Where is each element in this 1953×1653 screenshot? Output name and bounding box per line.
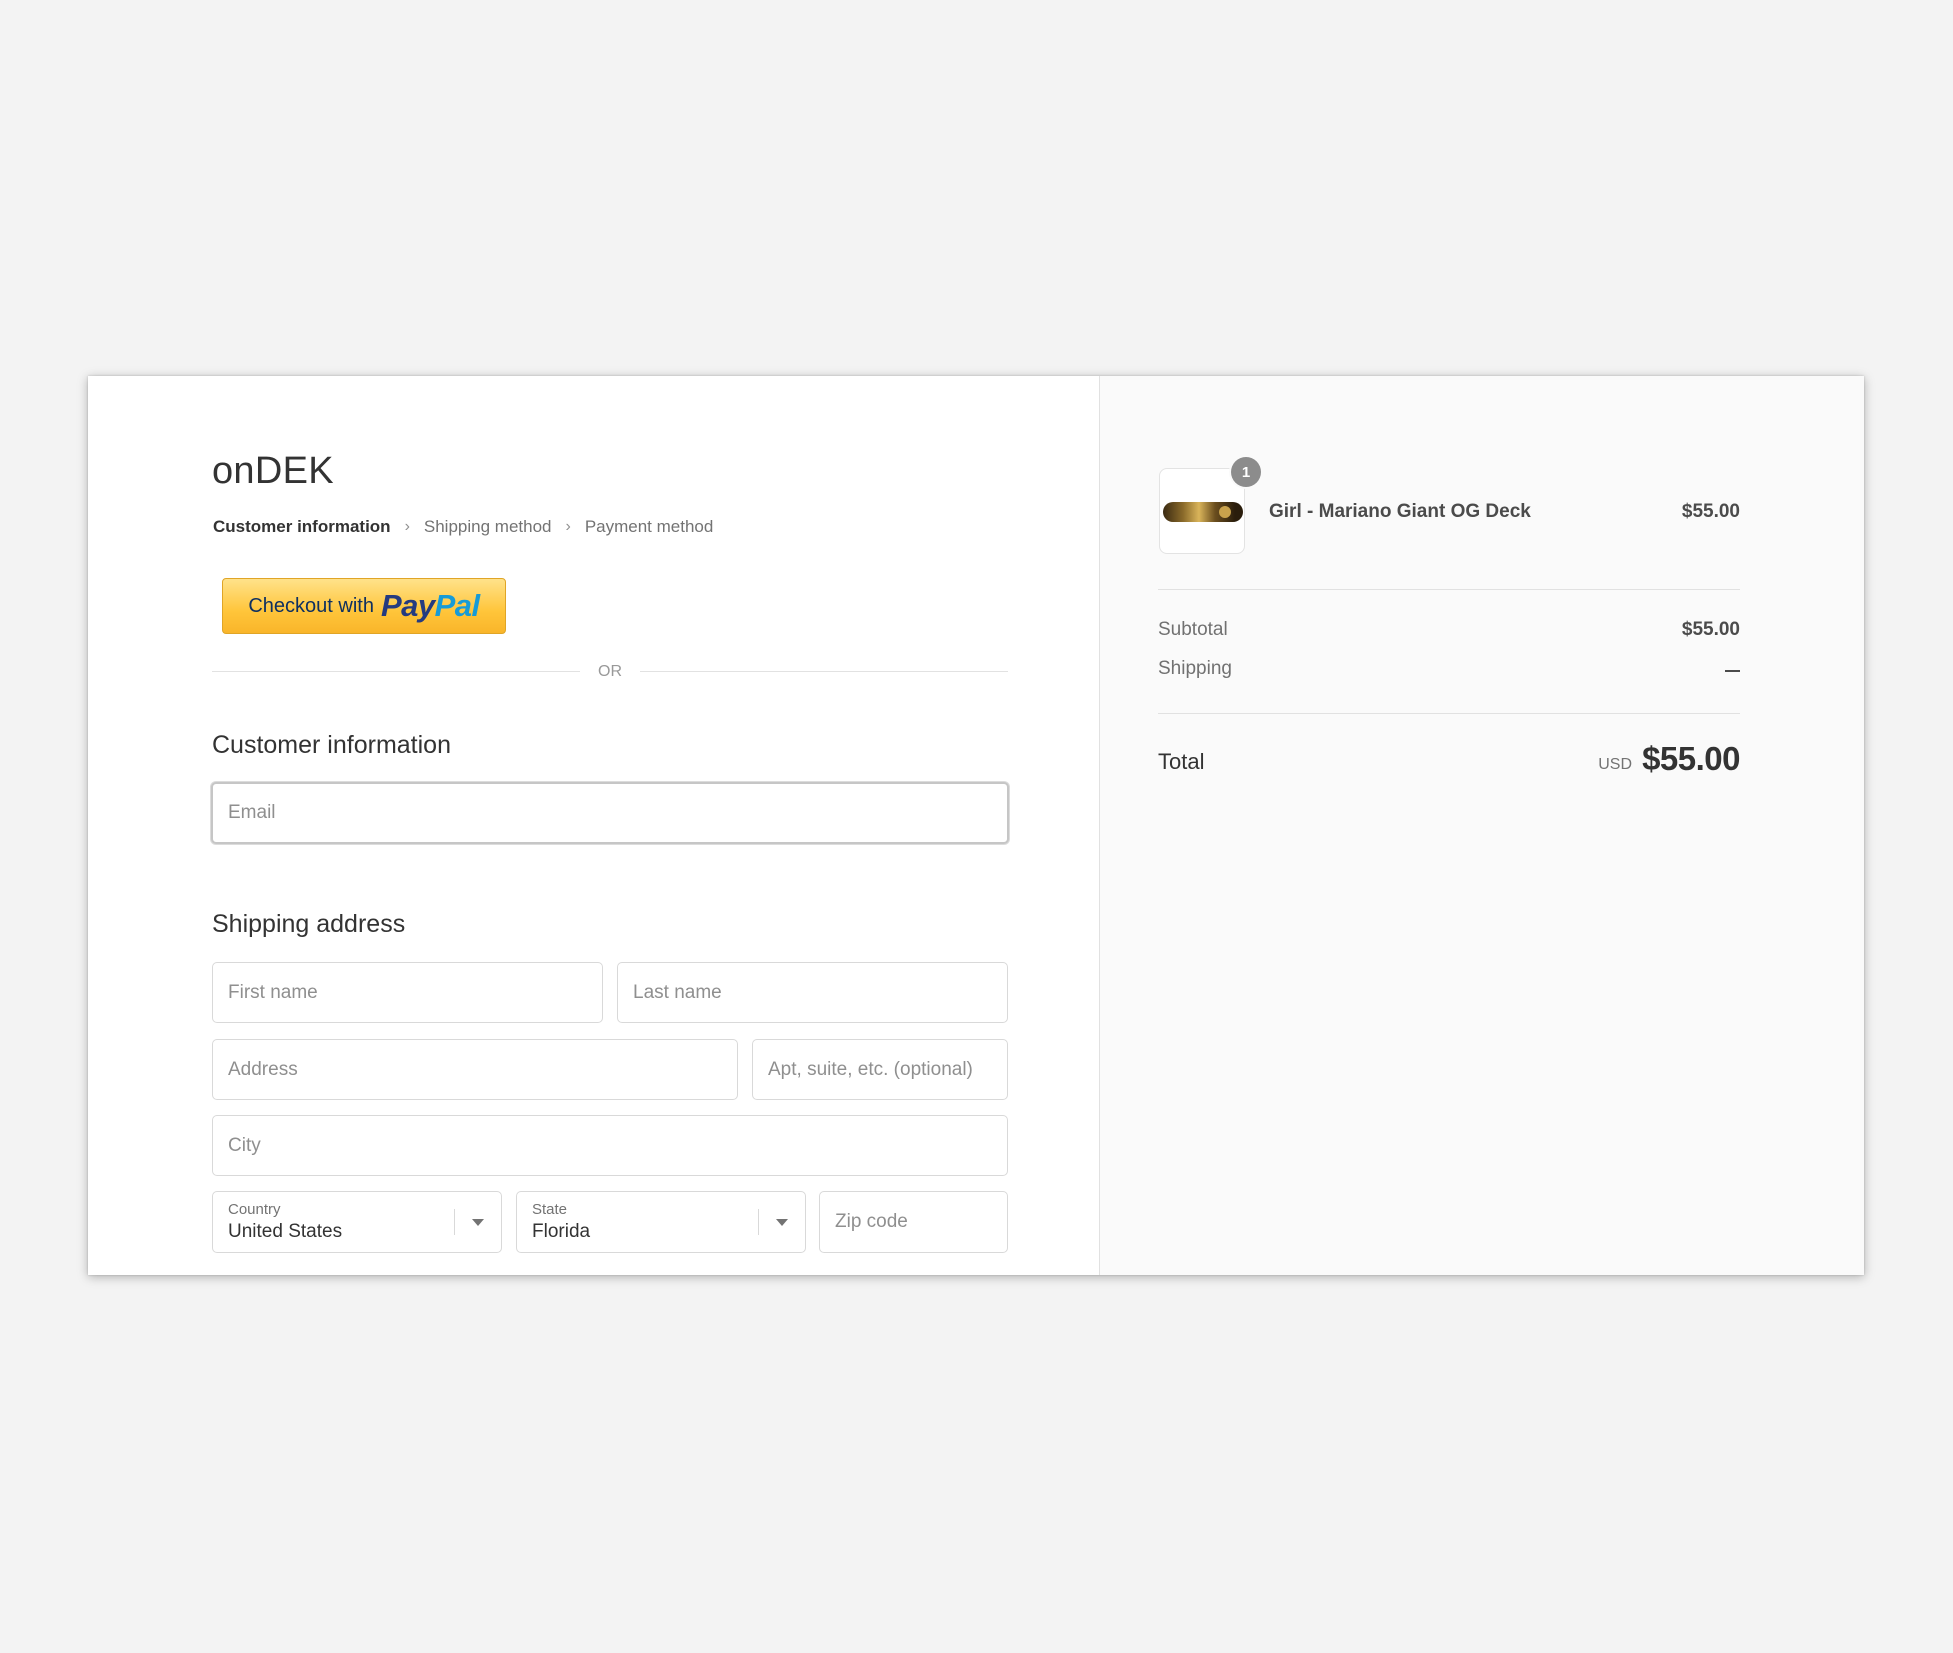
paypal-logo-pay: Pay xyxy=(380,588,435,623)
apt-suite-field[interactable] xyxy=(752,1039,1008,1100)
shipping-row: Shipping xyxy=(1158,658,1740,684)
chevron-down-icon[interactable] xyxy=(776,1219,788,1226)
zip-code-field[interactable] xyxy=(819,1191,1008,1253)
summary-divider xyxy=(1158,589,1740,590)
subtotal-value: $55.00 xyxy=(1681,619,1740,640)
quantity-badge: 1 xyxy=(1231,457,1261,487)
checkout-main: onDEK Customer information › Shipping me… xyxy=(88,376,1099,1275)
shipping-address-heading: Shipping address xyxy=(212,910,406,938)
state-select[interactable]: State Florida xyxy=(516,1191,806,1253)
breadcrumb: Customer information › Shipping method ›… xyxy=(213,517,713,537)
checkout-window: onDEK Customer information › Shipping me… xyxy=(88,376,1864,1275)
total-row: Total USD $55.00 xyxy=(1158,740,1740,780)
product-price: $55.00 xyxy=(1681,501,1740,522)
product-name: Girl - Mariano Giant OG Deck xyxy=(1269,501,1531,522)
breadcrumb-shipping-method: Shipping method xyxy=(423,517,552,536)
city-input[interactable] xyxy=(213,1116,1007,1175)
deck-graphic-dot xyxy=(1219,506,1231,518)
state-label: State xyxy=(532,1201,568,1218)
address-field[interactable] xyxy=(212,1039,738,1100)
paypal-logo-pal: Pal xyxy=(434,588,481,623)
city-field[interactable] xyxy=(212,1115,1008,1176)
email-field[interactable] xyxy=(211,782,1009,844)
paypal-checkout-button[interactable]: Checkout with PayPal xyxy=(222,578,506,634)
subtotal-row: Subtotal $55.00 xyxy=(1158,619,1740,645)
paypal-button-label: Checkout with xyxy=(248,594,374,617)
total-currency: USD xyxy=(1598,756,1632,773)
chevron-right-icon: › xyxy=(565,518,571,535)
paypal-logo-icon: PayPal xyxy=(381,588,480,624)
product-thumbnail: 1 xyxy=(1159,457,1261,554)
select-divider xyxy=(454,1209,455,1235)
select-divider xyxy=(758,1209,759,1235)
shipping-label: Shipping xyxy=(1158,658,1232,679)
shipping-dash xyxy=(1725,670,1740,672)
skateboard-deck-image xyxy=(1163,502,1243,522)
or-divider: OR xyxy=(212,662,1008,682)
first-name-input[interactable] xyxy=(213,963,602,1022)
divider-line xyxy=(640,671,1008,672)
total-amount: $55.00 xyxy=(1642,740,1740,777)
email-input[interactable] xyxy=(213,784,1007,842)
order-line-item: 1 Girl - Mariano Giant OG Deck $55.00 xyxy=(1158,457,1740,558)
subtotal-label: Subtotal xyxy=(1158,619,1228,640)
customer-information-heading: Customer information xyxy=(212,731,451,759)
summary-divider xyxy=(1158,713,1740,714)
zip-code-input[interactable] xyxy=(820,1192,1007,1252)
shop-logo[interactable]: onDEK xyxy=(212,450,334,493)
last-name-input[interactable] xyxy=(618,963,1007,1022)
last-name-field[interactable] xyxy=(617,962,1008,1023)
address-input[interactable] xyxy=(213,1040,737,1099)
country-label: Country xyxy=(228,1201,281,1218)
breadcrumb-customer-information[interactable]: Customer information xyxy=(213,517,391,537)
apt-suite-input[interactable] xyxy=(753,1040,1007,1099)
order-summary-sidebar: 1 Girl - Mariano Giant OG Deck $55.00 Su… xyxy=(1099,376,1864,1275)
state-value: Florida xyxy=(532,1221,591,1242)
first-name-field[interactable] xyxy=(212,962,603,1023)
chevron-right-icon: › xyxy=(404,518,410,535)
total-label: Total xyxy=(1158,749,1205,774)
chevron-down-icon[interactable] xyxy=(472,1219,484,1226)
country-value: United States xyxy=(228,1221,343,1242)
country-select[interactable]: Country United States xyxy=(212,1191,502,1253)
or-label: OR xyxy=(598,663,622,680)
breadcrumb-payment-method: Payment method xyxy=(584,517,714,536)
